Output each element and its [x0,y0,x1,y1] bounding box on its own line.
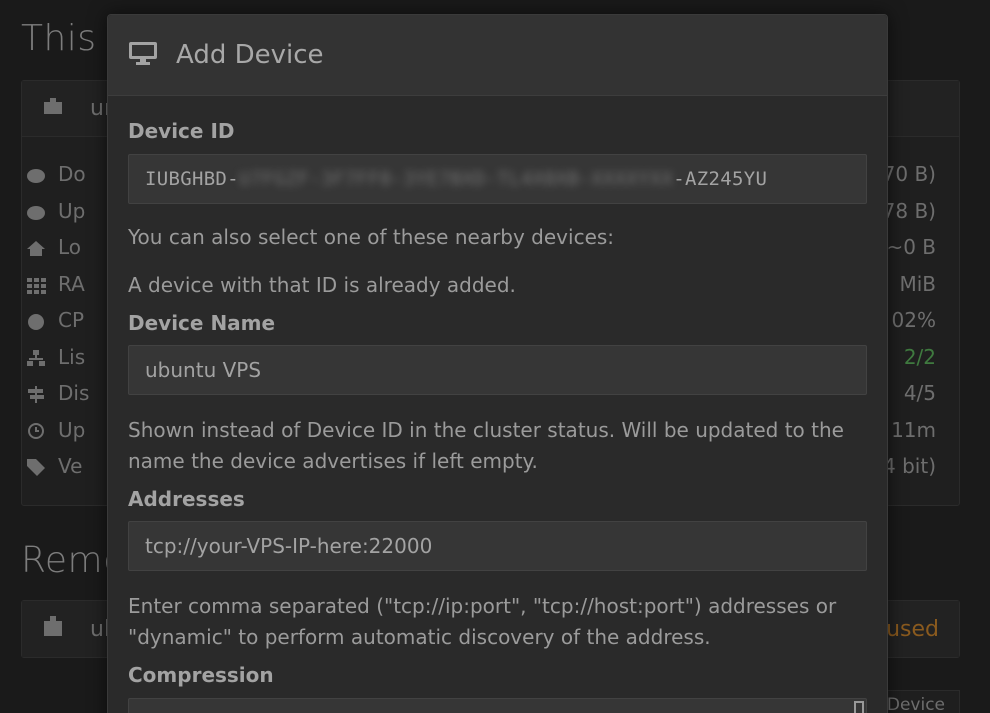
clock-icon [26,421,46,439]
desktop-icon [128,40,158,70]
device-name-input[interactable]: ubuntu VPS [128,345,867,395]
tag-icon [26,457,46,476]
home-icon [26,238,46,256]
ram-grid-icon [26,275,46,294]
remote-device-status: used [886,616,939,642]
compression-label: Compression [128,663,274,687]
select-caret-icon [854,701,864,713]
already-added-message: A device with that ID is already added. [128,273,516,297]
compression-select[interactable] [128,698,867,713]
nearby-devices-text: You can also select one of these nearby … [128,225,615,249]
device-id-label: Device ID [128,119,235,143]
dialog-title: Add Device [176,40,324,70]
dashboard-icon [26,311,46,330]
addresses-help: Enter comma separated ("tcp://ip:port", … [128,594,837,649]
dialog-header: Add Device [108,15,887,96]
addresses-input[interactable]: tcp://your-VPS-IP-here:22000 [128,521,867,571]
device-id-suffix: -AZ245YU [673,168,768,190]
device-id-hidden: U7FGZF-3F7FF0-3YE7BXD-TL4X0XB-XXXXYXX [238,168,674,190]
sitemap-icon [26,348,46,366]
addresses-label: Addresses [128,487,245,511]
signpost-icon [26,384,46,403]
device-id-prefix: IUBGHBD- [145,168,239,190]
cloud-upload-icon [26,202,46,220]
cloud-download-icon [26,165,46,183]
device-name-label: Device Name [128,311,276,335]
puzzle-icon [42,97,66,121]
device-name-help: Shown instead of Device ID in the cluste… [128,418,844,473]
add-device-dialog: Add Device Device ID IUBGHBD- U7FGZF-3F7… [107,14,888,713]
puzzle-icon [42,615,66,643]
device-id-input[interactable]: IUBGHBD- U7FGZF-3F7FF0-3YE7BXD-TL4X0XB-X… [128,154,867,204]
